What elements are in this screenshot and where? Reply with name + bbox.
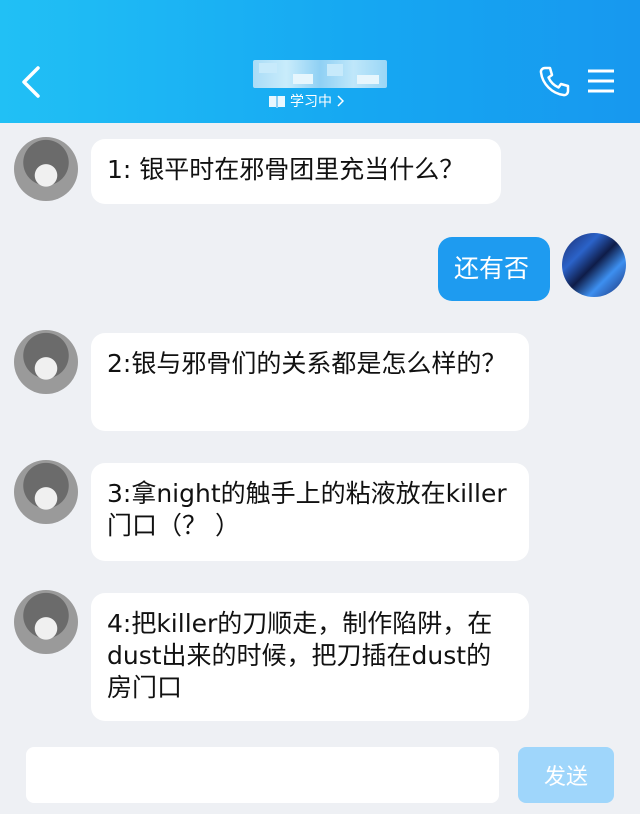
message-bubble[interactable]: 3:拿night的触手上的粘液放在killer门口（？ ）: [91, 463, 529, 561]
contact-name-pixelated[interactable]: [253, 60, 387, 88]
message-bubble-self[interactable]: 还有否: [438, 237, 550, 301]
input-bar: 发送: [0, 735, 640, 814]
status-line: 学习中: [268, 91, 344, 111]
phone-icon[interactable]: [536, 64, 572, 100]
message-bubble[interactable]: 1: 银平时在邪骨团里充当什么？: [91, 139, 501, 204]
chat-header: 学习中: [0, 0, 640, 123]
chevron-left-icon[interactable]: [14, 62, 50, 102]
message-input[interactable]: [26, 747, 499, 803]
chevron-right-icon: [337, 95, 344, 107]
book-icon: [269, 96, 285, 108]
send-button[interactable]: 发送: [518, 747, 614, 803]
contact-avatar[interactable]: [14, 460, 78, 524]
user-avatar[interactable]: [562, 233, 626, 297]
contact-avatar[interactable]: [14, 137, 78, 201]
status-text: 学习中: [290, 94, 332, 110]
message-bubble[interactable]: 2:银与邪骨们的关系都是怎么样的？: [91, 333, 529, 431]
contact-avatar[interactable]: [14, 590, 78, 654]
message-list[interactable]: 1: 银平时在邪骨团里充当什么？ 还有否 2:银与邪骨们的关系都是怎么样的？ 3…: [0, 123, 640, 735]
menu-icon[interactable]: [586, 66, 616, 96]
contact-avatar[interactable]: [14, 330, 78, 394]
message-bubble[interactable]: 4:把killer的刀顺走，制作陷阱，在dust出来的时候，把刀插在dust的房…: [91, 593, 529, 721]
